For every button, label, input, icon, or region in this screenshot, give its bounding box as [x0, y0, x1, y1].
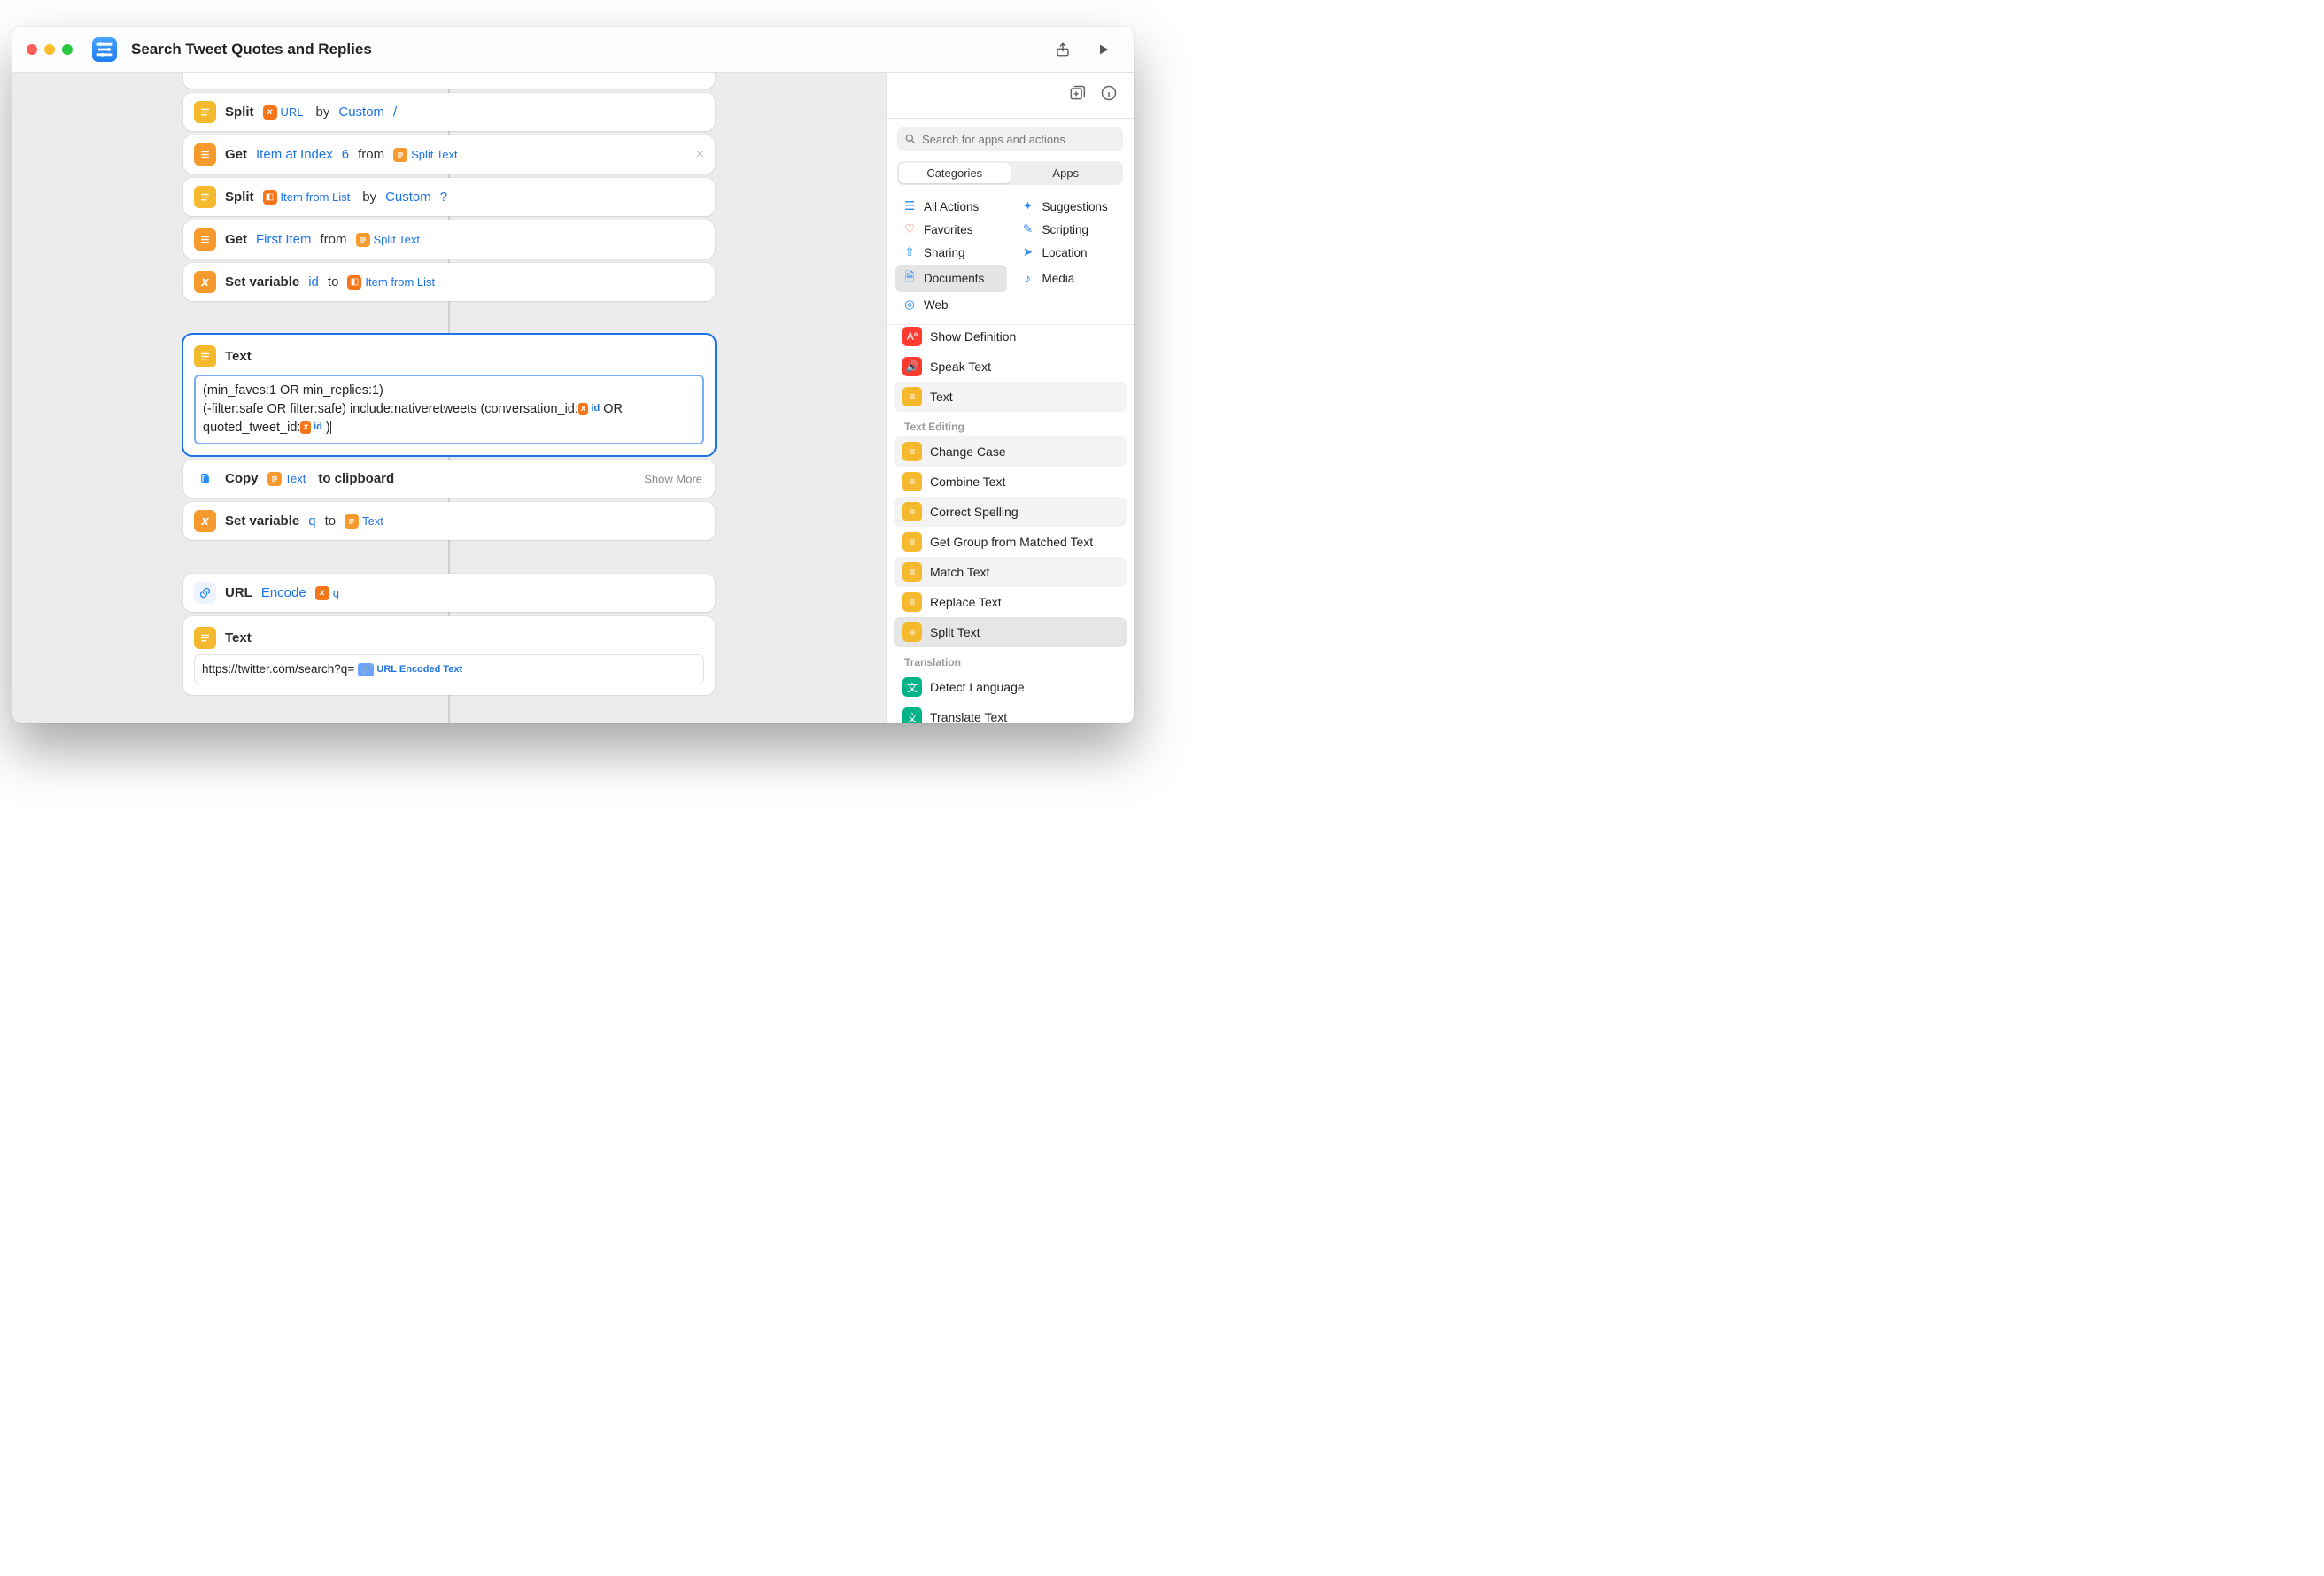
- segment-apps[interactable]: Apps: [1011, 163, 1122, 183]
- shortcut-icon: [92, 37, 117, 62]
- variable-token-id[interactable]: xid: [578, 402, 600, 416]
- action-item-get-group[interactable]: ≡Get Group from Matched Text: [894, 527, 1127, 557]
- action-item-replace-text[interactable]: ≡Replace Text: [894, 587, 1127, 617]
- action-set-variable-q[interactable]: x Set variable q to Text: [183, 502, 715, 540]
- param-separator-type[interactable]: Custom: [338, 104, 384, 120]
- action-text-url[interactable]: Text https://twitter.com/search?q= 🔗URL …: [183, 616, 715, 695]
- category-scripting[interactable]: ✎Scripting: [1014, 219, 1126, 240]
- param-encode-mode[interactable]: Encode: [261, 585, 306, 600]
- list-action-icon: [194, 143, 216, 166]
- param-variable-name[interactable]: q: [308, 514, 315, 529]
- text-body[interactable]: https://twitter.com/search?q= 🔗URL Encod…: [194, 654, 704, 684]
- previous-action-stub: [183, 73, 715, 89]
- category-all-actions[interactable]: ☰All Actions: [895, 196, 1007, 217]
- param-index[interactable]: 6: [342, 147, 349, 162]
- show-more-button[interactable]: Show More: [644, 472, 702, 485]
- close-window-button[interactable]: [27, 44, 37, 55]
- app-window: Search Tweet Quotes and Replies Split: [12, 27, 1134, 723]
- window-title: Search Tweet Quotes and Replies: [131, 41, 372, 58]
- text-body-editor[interactable]: (min_faves:1 OR min_replies:1) (-filter:…: [194, 375, 704, 444]
- param-mode[interactable]: Item at Index: [256, 147, 333, 162]
- input-token-split-text[interactable]: Split Text: [393, 148, 461, 162]
- info-button[interactable]: [1100, 84, 1118, 106]
- clear-input-button[interactable]: ×: [696, 147, 704, 163]
- titlebar: Search Tweet Quotes and Replies: [12, 27, 1134, 73]
- action-item-text[interactable]: ≡Text: [894, 382, 1127, 412]
- traffic-lights: [27, 44, 73, 55]
- action-get-first-item[interactable]: Get First Item from Split Text: [183, 220, 715, 259]
- list-action-icon: [194, 228, 216, 251]
- text-action-icon: [194, 627, 216, 649]
- variable-action-icon: x: [194, 271, 216, 293]
- action-url-encode[interactable]: URL Encode x q: [183, 574, 715, 612]
- text-cursor: [330, 421, 331, 434]
- param-separator-type[interactable]: Custom: [385, 189, 431, 205]
- sidebar-toolbar: [887, 73, 1134, 119]
- zoom-window-button[interactable]: [62, 44, 73, 55]
- input-token-item-from-list[interactable]: ◧ Item from List: [347, 275, 438, 290]
- action-library-sidebar: Categories Apps ☰All Actions ✦Suggestion…: [886, 73, 1134, 723]
- input-token-text[interactable]: Text: [267, 472, 310, 486]
- action-item-correct-spelling[interactable]: ≡Correct Spelling: [894, 497, 1127, 527]
- input-token-text[interactable]: Text: [345, 514, 387, 529]
- action-split-item[interactable]: Split ◧ Item from List by Custom ?: [183, 178, 715, 216]
- action-get-item-at-index[interactable]: Get Item at Index 6 from Split Text ×: [183, 135, 715, 174]
- action-item-split-text[interactable]: ≡Split Text: [894, 617, 1127, 647]
- text-action-icon: [194, 345, 216, 367]
- action-text-query[interactable]: Text (min_faves:1 OR min_replies:1) (-fi…: [183, 335, 715, 455]
- library-mode-segment[interactable]: Categories Apps: [897, 161, 1123, 185]
- variable-token-id[interactable]: xid: [300, 421, 321, 435]
- action-label: Split: [225, 104, 254, 120]
- category-sharing[interactable]: ⇧Sharing: [895, 242, 1007, 263]
- category-suggestions[interactable]: ✦Suggestions: [1014, 196, 1126, 217]
- action-item-change-case[interactable]: ≡Change Case: [894, 436, 1127, 467]
- action-item-match-text[interactable]: ≡Match Text: [894, 557, 1127, 587]
- group-heading-translation: Translation: [894, 647, 1127, 672]
- action-copy-to-clipboard[interactable]: Copy Text to clipboard Show More: [183, 460, 715, 498]
- param-variable-name[interactable]: id: [308, 274, 319, 290]
- category-documents[interactable]: 🗎Documents: [895, 265, 1007, 292]
- category-grid: ☰All Actions ✦Suggestions ♡Favorites ✎Sc…: [887, 192, 1134, 325]
- input-token-q[interactable]: x q: [315, 586, 343, 600]
- clipboard-action-icon: [194, 467, 216, 490]
- input-token-item-from-list[interactable]: ◧ Item from List: [263, 190, 354, 205]
- action-item-show-definition[interactable]: AªShow Definition: [894, 325, 1127, 352]
- input-token-url[interactable]: x URL: [263, 105, 307, 120]
- action-item-translate-text[interactable]: 文Translate Text: [894, 702, 1127, 723]
- category-media[interactable]: ♪Media: [1014, 265, 1126, 292]
- text-action-icon: [194, 186, 216, 208]
- category-favorites[interactable]: ♡Favorites: [895, 219, 1007, 240]
- variable-token-url-encoded[interactable]: 🔗URL Encoded Text: [358, 663, 462, 677]
- action-item-speak-text[interactable]: 🔊Speak Text: [894, 352, 1127, 382]
- action-item-combine-text[interactable]: ≡Combine Text: [894, 467, 1127, 497]
- action-split-url[interactable]: Split x URL by Custom /: [183, 93, 715, 131]
- input-token-split-text[interactable]: Split Text: [356, 233, 424, 247]
- action-list[interactable]: AªShow Definition 🔊Speak Text ≡Text Text…: [887, 325, 1134, 723]
- variable-action-icon: x: [194, 510, 216, 532]
- search-input[interactable]: [897, 127, 1123, 151]
- param-mode[interactable]: First Item: [256, 232, 312, 247]
- minimize-window-button[interactable]: [44, 44, 55, 55]
- url-action-icon: [194, 582, 216, 604]
- run-button[interactable]: [1088, 37, 1119, 62]
- param-separator-value[interactable]: ?: [440, 189, 447, 205]
- category-location[interactable]: ➤Location: [1014, 242, 1126, 263]
- text-action-icon: [194, 101, 216, 123]
- param-separator-value[interactable]: /: [393, 104, 397, 120]
- action-set-variable-id[interactable]: x Set variable id to ◧ Item from List: [183, 263, 715, 301]
- library-toggle-button[interactable]: [1068, 84, 1086, 106]
- group-heading-text-editing: Text Editing: [894, 412, 1127, 436]
- category-web[interactable]: ◎Web: [895, 294, 1007, 315]
- segment-categories[interactable]: Categories: [899, 163, 1011, 183]
- workflow-editor[interactable]: Split x URL by Custom / Get Item at Inde…: [12, 73, 886, 723]
- share-button[interactable]: [1047, 37, 1079, 62]
- action-item-detect-language[interactable]: 文Detect Language: [894, 672, 1127, 702]
